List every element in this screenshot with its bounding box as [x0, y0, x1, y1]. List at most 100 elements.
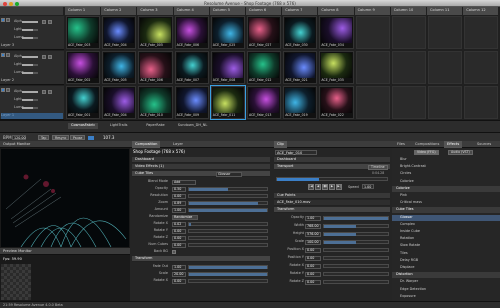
- effect-list-item[interactable]: Rotation: [392, 236, 500, 242]
- layer-eject-button[interactable]: [42, 90, 46, 94]
- column-header[interactable]: Column 8: [318, 7, 355, 15]
- param-value[interactable]: 0.00: [305, 279, 321, 285]
- effect-list-item[interactable]: Glossar: [392, 214, 500, 221]
- deck-tab[interactable]: PaperRake: [143, 123, 167, 129]
- section-dashboard[interactable]: Dashboard: [132, 157, 270, 163]
- clip-thumbnail[interactable]: ACE_Fabr_002: [66, 51, 101, 84]
- param-slider[interactable]: [323, 224, 389, 228]
- empty-clip-slot[interactable]: [355, 86, 390, 119]
- play-reverse-icon[interactable]: ◀: [315, 184, 321, 190]
- param-value[interactable]: 0.02: [172, 221, 186, 227]
- column-header[interactable]: Column 12: [463, 7, 500, 15]
- layer-transition-button[interactable]: [48, 20, 52, 24]
- param-value[interactable]: 100.00: [305, 239, 321, 245]
- clip-thumbnail[interactable]: ACE_Fabr_007: [174, 51, 209, 84]
- clip-thumbnail[interactable]: ACE_Fabr_006: [174, 16, 209, 49]
- param-value[interactable]: 0.50: [172, 186, 186, 192]
- param-value[interactable]: 1.00: [305, 215, 321, 221]
- layer-param-slider[interactable]: [22, 99, 38, 101]
- param-slider[interactable]: [323, 216, 389, 220]
- clip-thumbnail[interactable]: ACE_Fabr_030: [283, 16, 318, 49]
- column-header[interactable]: Column 2: [101, 7, 138, 15]
- clip-thumbnail[interactable]: ACE_Fabr_005: [138, 16, 173, 49]
- clip-thumbnail[interactable]: ACE_Fabr_010: [138, 86, 173, 119]
- tap-button[interactable]: Tap: [38, 135, 50, 140]
- param-value[interactable]: 0.00: [305, 263, 321, 269]
- param-slider[interactable]: [188, 243, 268, 247]
- effect-list-item[interactable]: Blur: [392, 157, 500, 163]
- effect-list-item[interactable]: Critical mass: [392, 200, 500, 206]
- empty-clip-slot[interactable]: [464, 86, 499, 119]
- effect-list-item[interactable]: Bright.Contrast: [392, 164, 500, 170]
- browser-tab[interactable]: Sources: [474, 141, 494, 148]
- empty-clip-slot[interactable]: [355, 51, 390, 84]
- param-slider[interactable]: [188, 187, 268, 191]
- section-clip-transform[interactable]: Transform: [274, 207, 390, 213]
- param-slider[interactable]: [188, 265, 268, 269]
- layer-solo-button[interactable]: [6, 88, 10, 92]
- param-slider[interactable]: [323, 248, 389, 252]
- param-value[interactable]: 0.00: [172, 228, 186, 234]
- column-header[interactable]: Column 1: [65, 7, 102, 15]
- layer-bypass-button[interactable]: [1, 18, 5, 22]
- param-value[interactable]: 0.00: [305, 271, 321, 277]
- layer-param-slider[interactable]: [22, 21, 38, 23]
- layer-param-slider[interactable]: [22, 91, 38, 93]
- param-value[interactable]: 0.00: [305, 255, 321, 261]
- clip-thumbnail[interactable]: ACE_Fabr_004: [102, 86, 137, 119]
- param-value[interactable]: 1.00: [172, 264, 186, 270]
- effect-list-item[interactable]: Complex: [392, 222, 500, 228]
- layer-transition-button[interactable]: [48, 90, 52, 94]
- empty-clip-slot[interactable]: [428, 16, 463, 49]
- browser-tab[interactable]: Effects: [444, 141, 463, 148]
- param-value[interactable]: 0.00: [172, 193, 186, 199]
- browser-tab[interactable]: Compositions: [412, 141, 442, 148]
- clip-thumbnail[interactable]: ACE_Fabr_019: [283, 86, 318, 119]
- param-slider[interactable]: [188, 279, 268, 283]
- empty-clip-slot[interactable]: [464, 16, 499, 49]
- clip-thumbnail[interactable]: ACE_Fabr_022: [319, 86, 354, 119]
- layer-name[interactable]: Layer 3: [1, 43, 14, 48]
- effect-list-item[interactable]: Delay RGB: [392, 258, 500, 264]
- effect-list-item[interactable]: Edge Detection: [392, 287, 500, 293]
- column-header[interactable]: Column 7: [282, 7, 319, 15]
- effect-list-item[interactable]: Distortion: [392, 272, 500, 279]
- layer-param-slider[interactable]: [22, 72, 38, 74]
- layer-bypass-button[interactable]: [1, 88, 5, 92]
- layer-param-slider[interactable]: [22, 64, 38, 66]
- clip-thumbnail[interactable]: ACE_Fabr_025: [210, 16, 245, 49]
- param-slider[interactable]: [323, 256, 389, 260]
- clip-thumbnail[interactable]: ACE_Fabr_013: [247, 86, 282, 119]
- param-slider[interactable]: [188, 222, 268, 226]
- clip-thumbnail[interactable]: ACE_Fabr_035: [319, 51, 354, 84]
- subtab-video[interactable]: Video (FFG): [414, 149, 439, 155]
- empty-clip-slot[interactable]: [428, 51, 463, 84]
- clip-thumbnail[interactable]: ACE_Fabr_008: [210, 51, 245, 84]
- clip-name-field[interactable]: ACE_Fabr_010: [275, 150, 317, 155]
- clip-thumbnail[interactable]: ACE_Fabr_004: [102, 16, 137, 49]
- layer-eject-button[interactable]: [42, 20, 46, 24]
- layer-param-slider[interactable]: [22, 56, 38, 58]
- param-value[interactable]: 0.89: [172, 200, 186, 206]
- clip-timeline[interactable]: [276, 177, 388, 181]
- clip-thumbnail[interactable]: ACE_Fabr_006: [138, 51, 173, 84]
- empty-clip-slot[interactable]: [391, 51, 426, 84]
- pause-button[interactable]: Pause: [70, 135, 86, 140]
- clip-thumbnail[interactable]: ACE_Fabr_034: [319, 16, 354, 49]
- deck-tab[interactable]: Sundown_DH_NL: [175, 123, 211, 129]
- effect-list-item[interactable]: Tiles: [392, 251, 500, 257]
- layer-name[interactable]: Layer 2: [1, 78, 14, 83]
- clip-thumbnail[interactable]: ACE_Fabr_009: [174, 86, 209, 119]
- layer-solo-button[interactable]: [6, 18, 10, 22]
- timeline-dropdown[interactable]: Timeline: [368, 164, 388, 170]
- layer-param-slider[interactable]: [22, 107, 38, 109]
- layer-solo-button[interactable]: [6, 53, 10, 57]
- clip-thumbnail[interactable]: ACE_Fabr_012: [247, 51, 282, 84]
- effect-list-item[interactable]: Circles: [392, 171, 500, 177]
- param-value[interactable]: 768.00: [305, 223, 321, 229]
- param-slider[interactable]: [188, 194, 268, 198]
- param-slider[interactable]: [188, 208, 268, 212]
- param-slider[interactable]: [323, 264, 389, 268]
- section-transform[interactable]: Transform: [132, 256, 270, 262]
- param-value[interactable]: 0.00: [305, 247, 321, 253]
